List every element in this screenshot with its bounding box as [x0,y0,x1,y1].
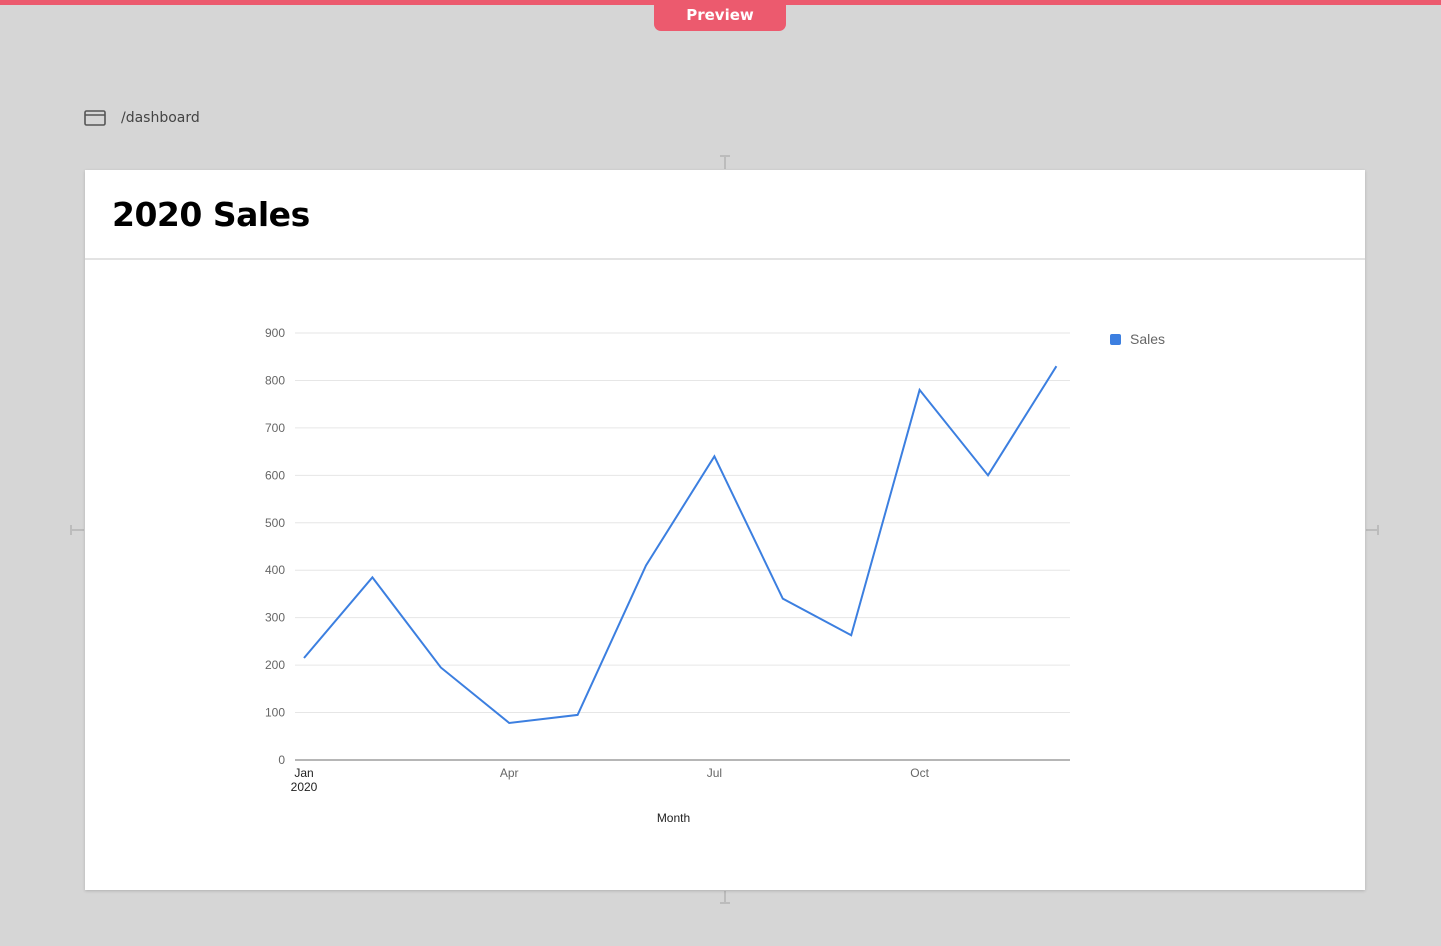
y-tick-label: 0 [278,753,285,767]
card-header: 2020 Sales [85,170,1365,260]
series-line-sales [303,365,1058,725]
y-tick-label: 400 [265,563,285,577]
y-tick-label: 600 [265,468,285,482]
legend-swatch [1110,334,1121,345]
x-axis-title: Month [657,811,690,825]
x-tick-label: Jan [294,766,313,780]
y-tick-label: 300 [265,611,285,625]
y-tick-label: 100 [265,706,285,720]
x-tick-label: Jul [707,766,722,780]
preview-tab[interactable]: Preview [654,0,786,31]
route-path: /dashboard [121,110,200,126]
sales-line-chart: 0 100 200 300 400 500 600 700 800 900 Jan2020 Apr Ju… [265,326,1165,825]
x-tick-label: Apr [500,766,519,780]
y-tick-label: 500 [265,516,285,530]
card-title: 2020 Sales [112,194,310,234]
x-tick-label: Oct [910,766,929,780]
y-tick-label: 800 [265,373,285,387]
x-tick-sublabel: 2020 [291,780,318,794]
y-tick-label: 700 [265,421,285,435]
resize-handle-right[interactable] [1366,523,1380,542]
y-tick-label: 200 [265,658,285,672]
legend-label: Sales [1130,331,1165,347]
browser-window-icon [84,109,106,127]
resize-handle-left[interactable] [70,523,84,542]
resize-handle-bottom[interactable] [718,891,732,910]
route-breadcrumb: /dashboard [84,107,200,129]
chart-card: 2020 Sales 0 100 200 300 400 500 600 700 800 900 J… [85,170,1365,890]
y-tick-label: 900 [265,326,285,340]
